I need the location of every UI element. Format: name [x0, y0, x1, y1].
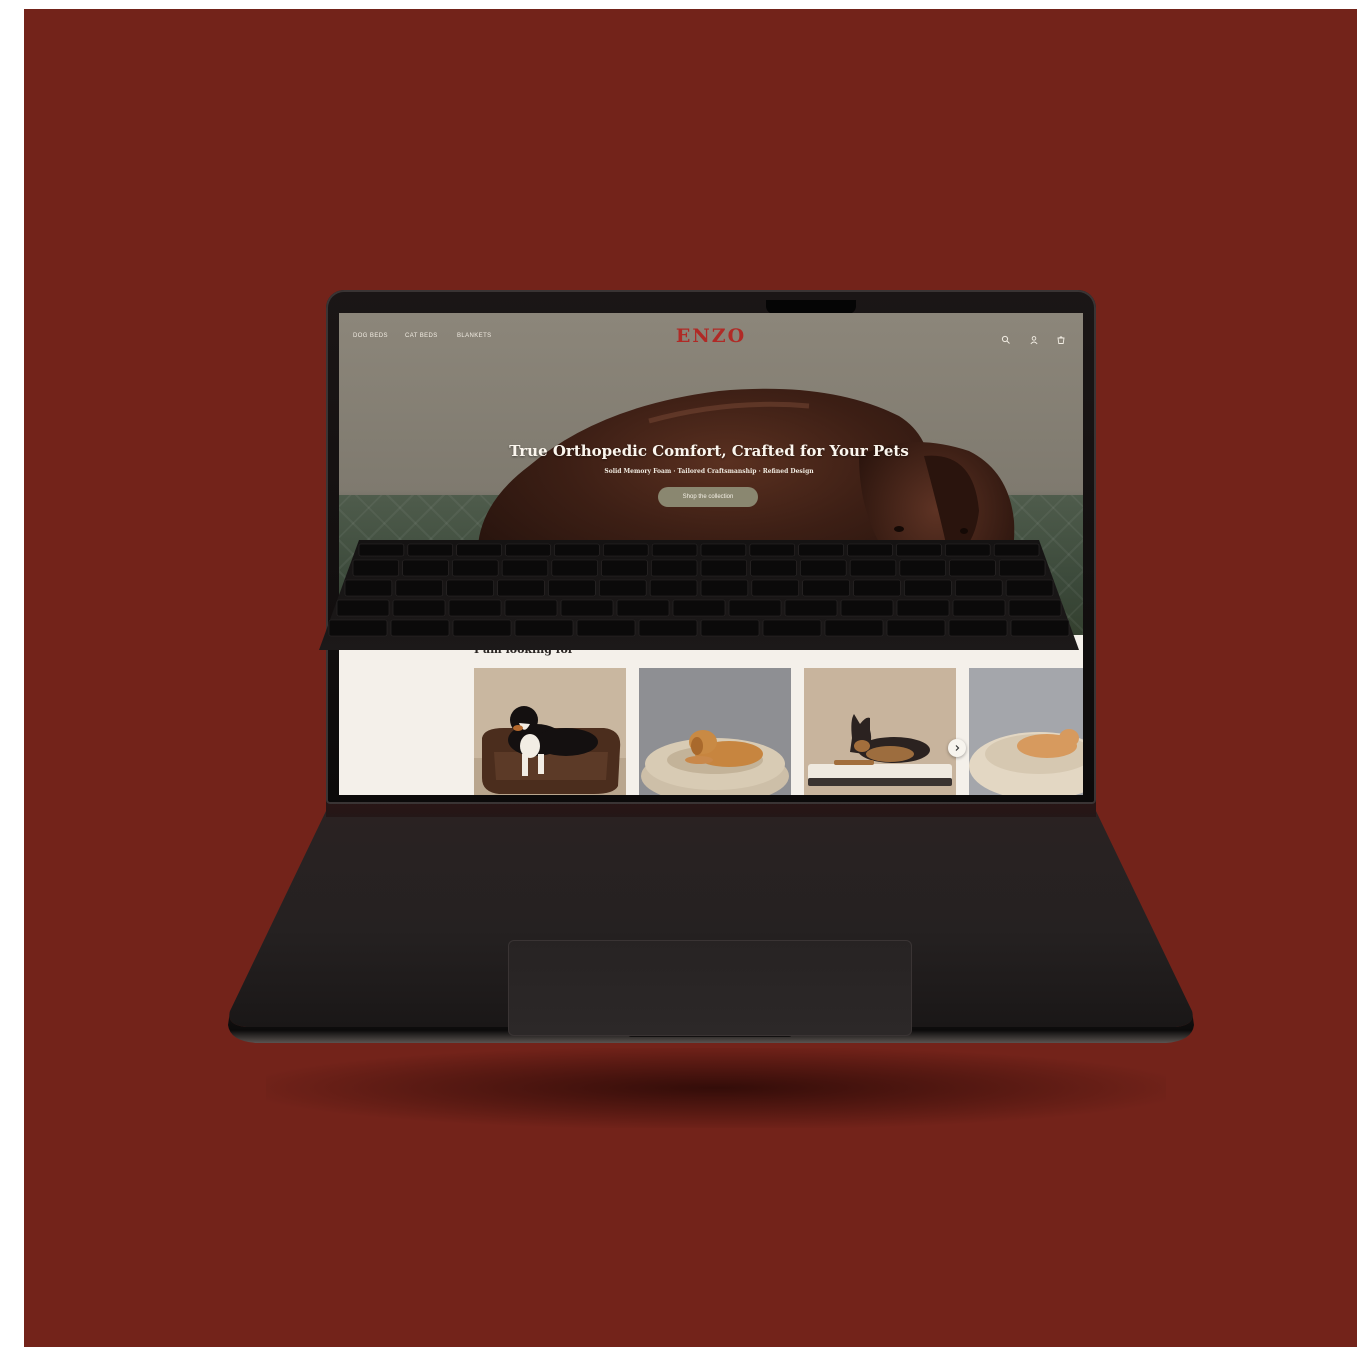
key — [944, 543, 991, 557]
key — [849, 559, 897, 577]
key — [650, 559, 698, 577]
category-section: I am looking for — [339, 635, 1083, 795]
key — [638, 619, 698, 637]
key — [952, 599, 1006, 617]
camera-notch — [766, 300, 856, 314]
key — [762, 619, 822, 637]
key — [402, 559, 449, 577]
key — [651, 543, 698, 557]
search-icon[interactable] — [1001, 335, 1011, 345]
key — [751, 579, 800, 597]
key — [336, 599, 390, 617]
hero-subtitle: Solid Memory Foam · Tailored Craftsmansh… — [604, 468, 814, 475]
keyboard — [319, 540, 1079, 650]
key — [700, 543, 747, 557]
trackpad — [508, 940, 912, 1036]
key — [899, 559, 946, 577]
key — [616, 599, 670, 617]
key — [749, 543, 796, 557]
category-card-4[interactable] — [969, 668, 1083, 795]
bernese-dog-image — [474, 668, 626, 795]
key — [456, 543, 502, 557]
site-logo[interactable]: ENZO — [659, 325, 763, 347]
key — [446, 579, 494, 597]
site-header: DOG BEDS CAT BEDS BLANKETS ENZO — [339, 313, 1083, 359]
key — [358, 543, 405, 557]
key — [949, 559, 996, 577]
key — [452, 559, 499, 577]
key — [847, 543, 893, 557]
nav-dog-beds[interactable]: DOG BEDS — [353, 333, 388, 339]
shop-collection-button[interactable]: Shop the collection — [658, 487, 758, 507]
key — [504, 599, 558, 617]
key — [501, 559, 549, 577]
key — [954, 579, 1003, 597]
category-card-1[interactable] — [474, 668, 626, 795]
key — [700, 619, 760, 637]
key — [352, 559, 400, 577]
key — [505, 543, 551, 557]
hero-title: True Orthopedic Comfort, Crafted for You… — [509, 442, 909, 460]
key — [328, 619, 388, 637]
key — [448, 599, 502, 617]
key — [395, 579, 444, 597]
nav-blankets[interactable]: BLANKETS — [457, 333, 492, 339]
key — [802, 579, 850, 597]
category-card-2[interactable] — [639, 668, 791, 795]
chevron-right-icon — [955, 745, 960, 751]
key — [551, 559, 598, 577]
key — [598, 579, 647, 597]
key — [886, 619, 946, 637]
account-icon[interactable] — [1029, 335, 1039, 345]
key — [548, 579, 596, 597]
key — [824, 619, 884, 637]
key — [344, 579, 393, 597]
key — [576, 619, 636, 637]
key — [514, 619, 574, 637]
key — [649, 579, 698, 597]
key — [601, 559, 648, 577]
key — [700, 559, 748, 577]
key — [728, 599, 782, 617]
key — [798, 543, 844, 557]
key — [750, 559, 797, 577]
key — [554, 543, 600, 557]
key — [948, 619, 1008, 637]
key — [800, 559, 847, 577]
key — [840, 599, 894, 617]
key — [497, 579, 545, 597]
laptop-shadow — [266, 1048, 1166, 1128]
cart-icon[interactable] — [1056, 335, 1066, 345]
key — [602, 543, 649, 557]
key — [904, 579, 952, 597]
key — [407, 543, 454, 557]
key — [896, 599, 950, 617]
key — [1010, 619, 1070, 637]
key — [390, 619, 450, 637]
key — [392, 599, 446, 617]
key — [896, 543, 942, 557]
nav-cat-beds[interactable]: CAT BEDS — [405, 333, 438, 339]
key — [853, 579, 901, 597]
key — [784, 599, 838, 617]
category-card-3[interactable] — [804, 668, 956, 795]
key — [998, 559, 1046, 577]
german-shepherd-image — [804, 668, 956, 795]
key — [700, 579, 749, 597]
key — [672, 599, 726, 617]
golden-retriever-image — [639, 668, 791, 795]
key — [1005, 579, 1054, 597]
key — [452, 619, 512, 637]
carousel-next-button[interactable] — [948, 739, 966, 757]
key — [560, 599, 614, 617]
cat-on-donut-bed-image — [969, 668, 1083, 795]
key — [993, 543, 1040, 557]
key — [1008, 599, 1062, 617]
